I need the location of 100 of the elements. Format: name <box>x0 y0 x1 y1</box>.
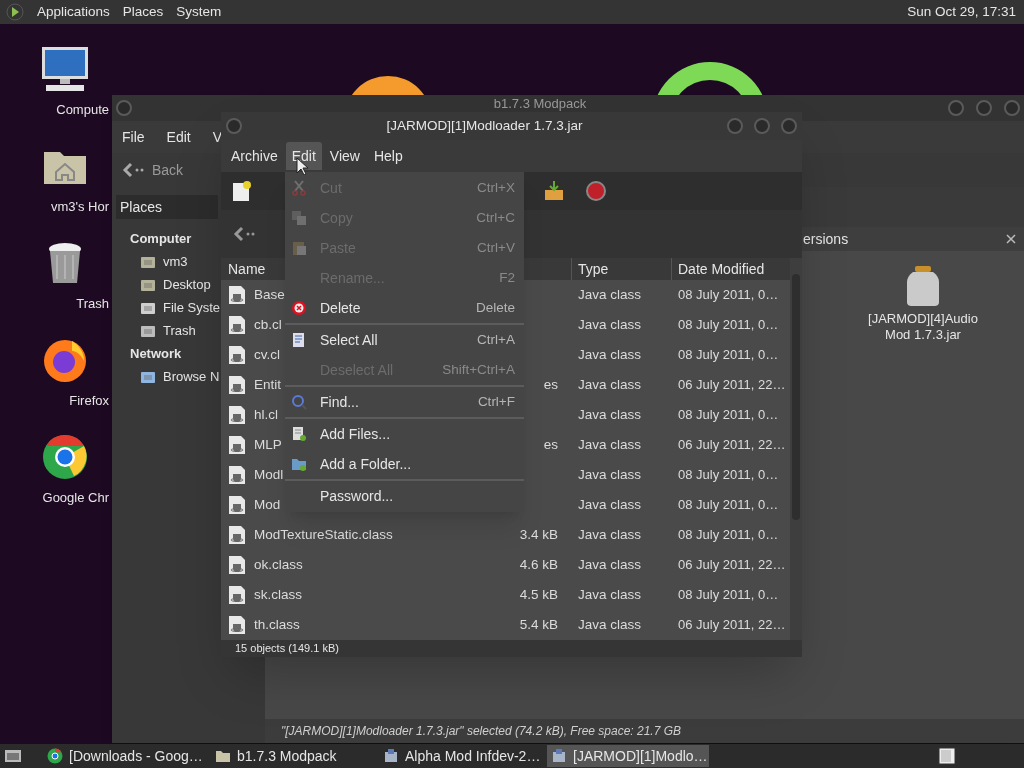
extract-icon[interactable] <box>543 180 565 202</box>
menu-item[interactable]: Select All Ctrl+A <box>285 325 524 355</box>
desktop-icon-label[interactable]: Trash <box>76 294 109 314</box>
file-name[interactable]: cv.cl <box>254 344 280 366</box>
file-type: Java class <box>578 586 642 602</box>
java-file-icon <box>228 345 246 365</box>
file-date: 08 July 2011, 0… <box>678 316 779 332</box>
delete-icon <box>291 300 307 316</box>
back-button[interactable]: Back <box>122 159 184 181</box>
back-arrow-icon[interactable] <box>233 226 255 242</box>
java-file-icon <box>228 285 246 305</box>
file-size: 5.4 kB <box>519 615 558 634</box>
stop-icon[interactable] <box>585 180 607 202</box>
file-type: Java class <box>578 496 642 512</box>
menu-item[interactable]: Edit <box>166 126 191 148</box>
menu-item[interactable]: View <box>323 142 366 170</box>
browser-icon <box>47 748 63 764</box>
workspace-icon[interactable] <box>937 746 957 766</box>
menu-item[interactable]: Delete Delete <box>285 293 524 323</box>
document-icon <box>291 332 307 348</box>
menu-item[interactable]: File <box>122 126 145 148</box>
scrollbar[interactable] <box>790 258 802 640</box>
panel-menu[interactable]: System <box>176 1 222 23</box>
file-name[interactable]: hl.cl <box>254 404 278 426</box>
file-name[interactable]: Base <box>254 284 285 306</box>
java-file-icon <box>228 465 246 485</box>
desktop-icon-label[interactable]: Google Chr <box>42 488 109 508</box>
file-name[interactable]: Modl <box>254 464 284 486</box>
file-date: 08 July 2011, 0… <box>678 586 779 602</box>
new-file-icon[interactable] <box>231 180 253 202</box>
browser-icon <box>42 337 88 383</box>
file-size: 4.5 kB <box>519 585 558 604</box>
close-icon[interactable] <box>1006 234 1016 244</box>
column-header[interactable]: Type <box>572 258 672 280</box>
taskbar-button[interactable]: [JARMOD][1]Modlo… <box>547 745 709 767</box>
maximize-button[interactable] <box>754 118 770 134</box>
file-type: Java class <box>578 406 642 422</box>
menu-item[interactable]: Edit <box>285 142 322 170</box>
file-date: 08 July 2011, 0… <box>678 286 779 302</box>
menu-item[interactable]: Archive <box>225 142 284 170</box>
browser-icon <box>42 434 88 480</box>
panel-menu[interactable]: Places <box>122 1 164 23</box>
file-name[interactable]: cb.cl <box>254 314 282 336</box>
file-date: 06 July 2011, 22… <box>678 556 786 572</box>
file-size: 4.6 kB <box>519 555 558 574</box>
jar-item[interactable]: [JARMOD][4]Audio Mod 1.7.3.jar <box>864 265 982 343</box>
file-name[interactable]: ok.class <box>254 554 303 576</box>
show-desktop-icon[interactable] <box>3 747 23 765</box>
file-name[interactable]: ModTextureStatic.class <box>254 524 393 546</box>
file-date: 08 July 2011, 0… <box>678 496 779 512</box>
menu-item[interactable]: Add a Folder... <box>285 449 524 479</box>
menu-item[interactable]: V <box>212 126 223 148</box>
clock[interactable]: Sun Oct 29, 17:31 <box>907 1 1018 23</box>
java-file-icon <box>228 435 246 455</box>
add-folder-icon <box>291 456 307 472</box>
places-dropdown[interactable]: Places <box>116 195 218 219</box>
maximize-button[interactable] <box>976 100 992 116</box>
taskbar-button[interactable]: Alpha Mod Infdev-2… <box>379 745 541 767</box>
window-menu-button[interactable] <box>226 118 242 134</box>
sidebar-item[interactable]: vm3 <box>140 250 188 273</box>
java-file-icon <box>228 555 246 575</box>
jar-icon <box>905 265 941 307</box>
file-name[interactable]: Mod <box>254 494 281 516</box>
close-button[interactable] <box>781 118 797 134</box>
file-name[interactable]: sk.class <box>254 584 302 606</box>
minimize-button[interactable] <box>727 118 743 134</box>
panel-menu[interactable]: Applications <box>37 1 110 23</box>
file-name[interactable]: Entit <box>254 374 281 396</box>
file-type: Java class <box>578 286 642 302</box>
tab[interactable]: ersions <box>799 227 1024 251</box>
sidebar-item[interactable]: Desktop <box>140 273 211 296</box>
window-menu-button[interactable] <box>116 100 132 116</box>
menu-logo-icon[interactable] <box>6 3 24 21</box>
java-file-icon <box>228 315 246 335</box>
java-file-icon <box>228 525 246 545</box>
menu-item[interactable]: Find... Ctrl+F <box>285 387 524 417</box>
close-button[interactable] <box>1004 100 1020 116</box>
desktop-icon-label[interactable]: Firefox <box>69 391 109 411</box>
column-header[interactable]: Date Modified <box>672 258 790 280</box>
menu-item[interactable]: Add Files... <box>285 419 524 449</box>
sidebar-heading: Network <box>130 345 182 363</box>
menu-item[interactable]: Help <box>367 142 409 170</box>
clipboard-icon <box>291 240 307 256</box>
file-date: 06 July 2011, 22… <box>678 616 786 632</box>
taskbar-button[interactable]: [Downloads - Goog… <box>43 745 205 767</box>
sidebar-item[interactable]: Browse N <box>140 365 220 388</box>
sidebar-item[interactable]: Trash <box>140 319 196 342</box>
sidebar-item[interactable]: File Syste <box>140 296 221 319</box>
file-name[interactable]: MLP <box>254 434 282 456</box>
add-file-icon <box>291 426 307 442</box>
java-file-icon <box>228 585 246 605</box>
file-type: Java class <box>578 346 642 362</box>
taskbar-button[interactable]: b1.7.3 Modpack <box>211 745 373 767</box>
file-name[interactable]: th.class <box>254 614 300 636</box>
copy-icon <box>291 210 307 226</box>
minimize-button[interactable] <box>948 100 964 116</box>
desktop-icon-label[interactable]: vm3's Hor <box>50 197 109 217</box>
menu-item[interactable]: Password... <box>285 481 524 511</box>
desktop-icon-label[interactable]: Compute <box>56 100 109 120</box>
status-text: 15 objects (149.1 kB) <box>235 641 339 657</box>
